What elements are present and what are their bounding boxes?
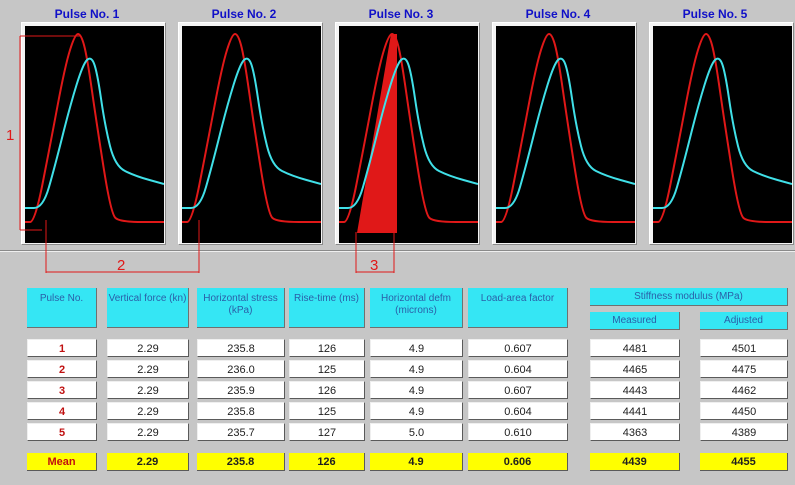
table-row-3-adjusted-cell: 4462	[700, 381, 788, 399]
header-vertical-force: Vertical force (kn)	[107, 288, 189, 328]
mean-row-rise-cell: 126	[289, 453, 365, 471]
annotation-3: 3	[370, 257, 378, 274]
table-row-5-stress-cell: 235.7	[197, 423, 285, 441]
header-pulse-no: Pulse No.	[27, 288, 97, 328]
table-row-3-pulse-cell: 3	[27, 381, 97, 399]
table-row-3-defm-cell: 4.9	[370, 381, 463, 399]
table-row-1-measured-cell: 4481	[590, 339, 680, 357]
mean-row-factor-cell: 0.606	[468, 453, 568, 471]
table-row-5-defm-cell: 5.0	[370, 423, 463, 441]
table-row-2-rise-cell: 125	[289, 360, 365, 378]
mean-row-pulse-cell: Mean	[27, 453, 97, 471]
table-row-2-defm-cell: 4.9	[370, 360, 463, 378]
header-adjusted: Adjusted	[700, 312, 788, 330]
table-row-5-adjusted-cell: 4389	[700, 423, 788, 441]
header-stiffness-modulus: Stiffness modulus (MPa)	[590, 288, 788, 306]
table-row-2-stress-cell: 236.0	[197, 360, 285, 378]
table-row-1-factor-cell: 0.607	[468, 339, 568, 357]
header-horizontal-deflection: Horizontal defm (microns)	[370, 288, 463, 328]
table-row-2-measured-cell: 4465	[590, 360, 680, 378]
table-row-4-rise-cell: 125	[289, 402, 365, 420]
table-row-1-defm-cell: 4.9	[370, 339, 463, 357]
table-row-4-pulse-cell: 4	[27, 402, 97, 420]
table-row-4-factor-cell: 0.604	[468, 402, 568, 420]
table-row-2-adjusted-cell: 4475	[700, 360, 788, 378]
mean-row-measured-cell: 4439	[590, 453, 680, 471]
mean-row-stress-cell: 235.8	[197, 453, 285, 471]
mean-row-defm-cell: 4.9	[370, 453, 463, 471]
table-row-5-measured-cell: 4363	[590, 423, 680, 441]
table-row-5-force-cell: 2.29	[107, 423, 189, 441]
table-row-3-rise-cell: 126	[289, 381, 365, 399]
table-row-4-adjusted-cell: 4450	[700, 402, 788, 420]
table-row-4-measured-cell: 4441	[590, 402, 680, 420]
table-row-1-force-cell: 2.29	[107, 339, 189, 357]
table-row-3-stress-cell: 235.9	[197, 381, 285, 399]
table-row-2-pulse-cell: 2	[27, 360, 97, 378]
annotation-2: 2	[117, 257, 125, 274]
table-row-4-force-cell: 2.29	[107, 402, 189, 420]
table-row-1-adjusted-cell: 4501	[700, 339, 788, 357]
header-horizontal-stress: Horizontal stress (kPa)	[197, 288, 285, 328]
table-row-5-rise-cell: 127	[289, 423, 365, 441]
table-row-4-stress-cell: 235.8	[197, 402, 285, 420]
table-row-1-pulse-cell: 1	[27, 339, 97, 357]
mean-row-adjusted-cell: 4455	[700, 453, 788, 471]
annotation-1: 1	[6, 127, 14, 144]
table-row-3-force-cell: 2.29	[107, 381, 189, 399]
table-row-2-factor-cell: 0.604	[468, 360, 568, 378]
table-row-3-factor-cell: 0.607	[468, 381, 568, 399]
table-row-2-force-cell: 2.29	[107, 360, 189, 378]
table-row-3-measured-cell: 4443	[590, 381, 680, 399]
mean-row-force-cell: 2.29	[107, 453, 189, 471]
table-row-5-pulse-cell: 5	[27, 423, 97, 441]
table-row-1-rise-cell: 126	[289, 339, 365, 357]
table-row-5-factor-cell: 0.610	[468, 423, 568, 441]
table-row-4-defm-cell: 4.9	[370, 402, 463, 420]
header-measured: Measured	[590, 312, 680, 330]
table-row-1-stress-cell: 235.8	[197, 339, 285, 357]
header-load-area-factor: Load-area factor	[468, 288, 568, 328]
header-rise-time: Rise-time (ms)	[289, 288, 365, 328]
